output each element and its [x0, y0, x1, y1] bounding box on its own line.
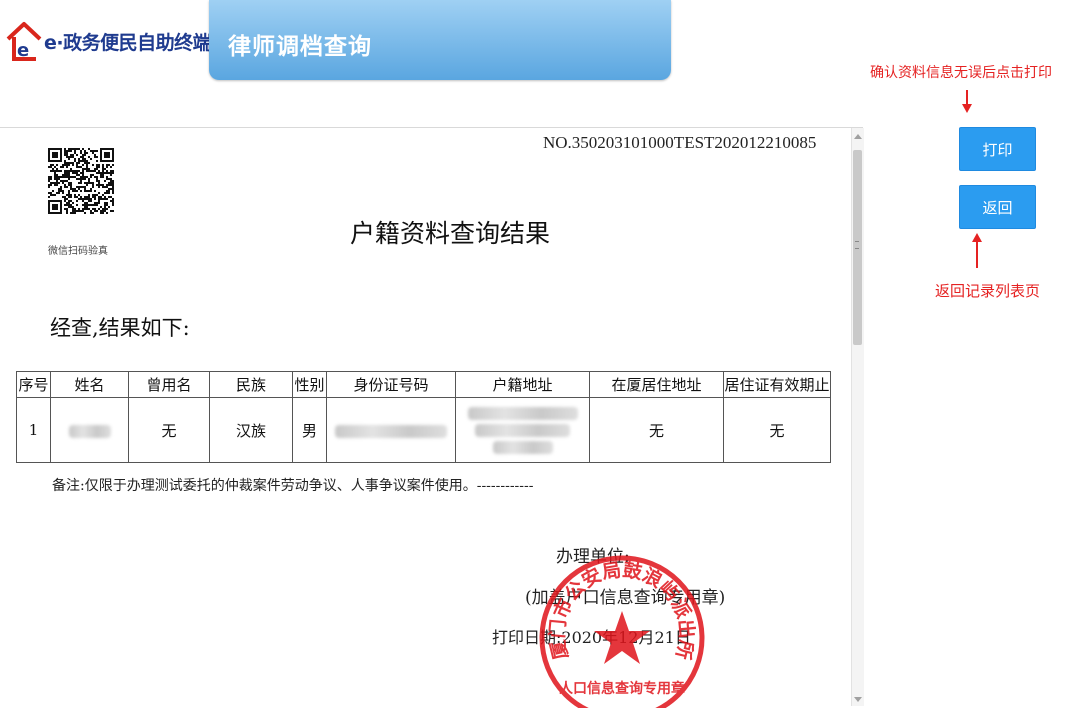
cell-gender: 男 — [292, 397, 327, 463]
arrow-down-icon — [962, 90, 972, 113]
cell-ethnicity: 汉族 — [209, 397, 293, 463]
col-header-id-number: 身份证号码 — [326, 371, 456, 398]
redacted-address-line-1 — [467, 406, 578, 420]
cell-address-redacted — [455, 397, 590, 463]
scroll-down-arrow-icon[interactable] — [854, 697, 862, 702]
col-header-name: 姓名 — [50, 371, 129, 398]
redacted-address-line-2 — [475, 423, 570, 437]
print-hint: 确认资料信息无误后点击打印 — [870, 65, 1052, 81]
redacted-address-line-3 — [492, 440, 553, 454]
col-header-index: 序号 — [16, 371, 51, 398]
document-scrollbar[interactable] — [851, 128, 864, 706]
redacted-name — [68, 424, 111, 438]
remark-text: 备注:仅限于办理测试委托的仲裁案件劳动争议、人事争议案件使用。---------… — [52, 478, 534, 494]
col-header-address: 户籍地址 — [455, 371, 590, 398]
cell-id-number-redacted — [326, 397, 456, 463]
page-title-tab: 律师调档查询 — [209, 0, 671, 80]
col-header-ethnicity: 民族 — [209, 371, 293, 398]
police-seal-stamp: 厦门市公安局鼓浪屿派出所 人口信息查询专用章 — [539, 555, 705, 708]
cell-name-redacted — [50, 397, 129, 463]
app-logo: e e·政务便民自助终端 — [6, 16, 212, 66]
col-header-permit-expiry: 居住证有效期止 — [723, 371, 831, 398]
redacted-id-number — [335, 424, 447, 438]
logo-text: e·政务便民自助终端 — [44, 31, 212, 54]
col-header-xiamen-address: 在厦居住地址 — [589, 371, 724, 398]
arrow-up-icon — [972, 233, 982, 268]
print-button[interactable]: 打印 — [959, 127, 1036, 171]
seal-inner-text: 人口信息查询专用章 — [559, 680, 685, 697]
house-logo-icon: e — [6, 22, 42, 61]
back-button[interactable]: 返回 — [959, 185, 1036, 229]
svg-text:e: e — [17, 40, 29, 61]
col-header-gender: 性别 — [292, 371, 327, 398]
seal-star-icon — [594, 611, 650, 664]
document-number: NO.350203101000TEST202012210085 — [543, 133, 817, 152]
cell-former-name: 无 — [128, 397, 210, 463]
scroll-up-arrow-icon[interactable] — [854, 134, 862, 139]
records-table: 序号 姓名 曾用名 民族 性别 身份证号码 户籍地址 在厦居住地址 居住证有效期… — [16, 371, 831, 463]
document-title: 户籍资料查询结果 — [350, 219, 551, 248]
cell-permit-expiry: 无 — [723, 397, 831, 463]
col-header-former-name: 曾用名 — [128, 371, 210, 398]
page-title: 律师调档查询 — [228, 34, 372, 60]
cell-xiamen-address: 无 — [589, 397, 724, 463]
back-hint: 返回记录列表页 — [935, 282, 1041, 300]
cell-index: 1 — [16, 397, 51, 463]
scrollbar-grip-icon — [855, 241, 859, 249]
result-intro: 经查,结果如下: — [50, 316, 190, 340]
table-header-row: 序号 姓名 曾用名 民族 性别 身份证号码 户籍地址 在厦居住地址 居住证有效期… — [16, 371, 831, 398]
qr-caption: 微信扫码验真 — [48, 246, 108, 257]
document-viewer: NO.350203101000TEST202012210085 微信扫码验真 户… — [0, 128, 850, 708]
table-row: 1 无 汉族 男 无 无 — [16, 397, 831, 463]
qr-code — [48, 148, 114, 214]
